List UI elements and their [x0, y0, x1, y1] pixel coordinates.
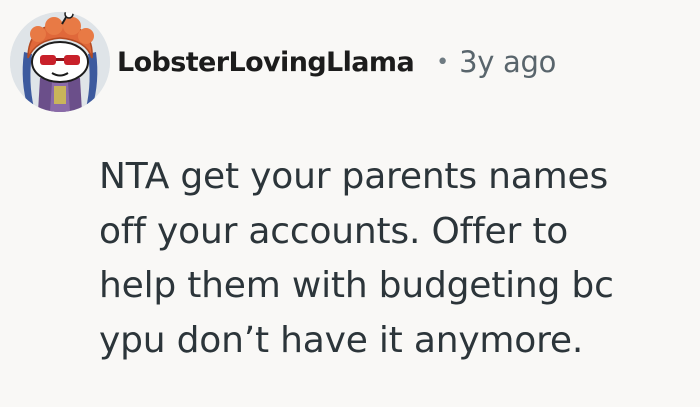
- comment-body: NTA get your parents names off your acco…: [99, 150, 689, 368]
- author-username[interactable]: LobsterLovingLlama: [117, 47, 415, 78]
- comment-body-line: help them with budgeting bc: [99, 265, 614, 306]
- comment-header: LobsterLovingLlama • 3y ago: [117, 40, 556, 84]
- snoo-avatar-icon[interactable]: [10, 12, 110, 112]
- comment-body-line: NTA get your parents names: [99, 156, 608, 197]
- comment-body-line: ypu don’t have it anymore.: [99, 319, 584, 361]
- meta-separator: •: [436, 49, 450, 75]
- comment-card: LobsterLovingLlama • 3y ago NTA get your…: [0, 0, 700, 407]
- comment-timestamp[interactable]: 3y ago: [459, 45, 556, 79]
- comment-body-line: off your accounts. Offer to: [99, 210, 569, 252]
